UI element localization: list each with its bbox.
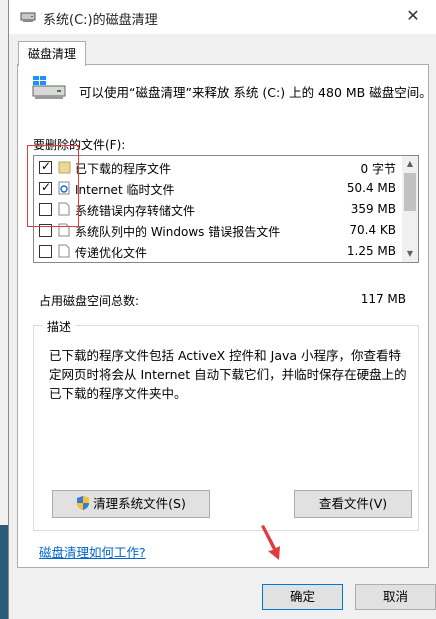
disk-cleanup-dialog: 系统(C:)的磁盘清理 ✕ 磁盘清理 可以使用“磁盘清理”来释放 系统 (C:)… bbox=[8, 0, 436, 619]
clean-system-files-button[interactable]: 清理系统文件(S) bbox=[52, 490, 210, 518]
ok-button[interactable]: 确定 bbox=[262, 584, 343, 610]
item-size: 359 MB bbox=[350, 202, 396, 216]
item-size: 50.4 MB bbox=[346, 181, 396, 195]
item-size: 70.4 KB bbox=[349, 223, 396, 237]
item-name: Internet 临时文件 bbox=[75, 183, 175, 197]
hard-drive-icon bbox=[32, 76, 66, 99]
files-list[interactable]: ✓ 已下载的程序文件 0 字节 ✓ Internet 临时文件 50.4 MB … bbox=[33, 155, 419, 263]
taskbar-fragment bbox=[0, 525, 8, 619]
description-title: 描述 bbox=[43, 318, 76, 335]
item-name: 系统错误内存转储文件 bbox=[75, 204, 196, 218]
item-name: 系统队列中的 Windows 错误报告文件 bbox=[75, 225, 281, 239]
title-bar: 系统(C:)的磁盘清理 ✕ bbox=[9, 0, 436, 34]
red-arrow-annotation bbox=[261, 525, 280, 560]
item-name: 传递优化文件 bbox=[75, 246, 148, 260]
clean-system-files-label: 清理系统文件(S) bbox=[93, 496, 186, 511]
help-link[interactable]: 磁盘清理如何工作? bbox=[39, 542, 146, 561]
tab-disk-cleanup[interactable]: 磁盘清理 bbox=[18, 41, 86, 66]
total-space-label: 占用磁盘空间总数: bbox=[39, 294, 140, 308]
scroll-up-icon[interactable]: ▲ bbox=[402, 156, 418, 172]
list-item[interactable]: 系统队列中的 Windows 错误报告文件 70.4 KB bbox=[34, 220, 404, 241]
cancel-button[interactable]: 取消 bbox=[355, 584, 436, 610]
view-files-button[interactable]: 查看文件(V) bbox=[294, 490, 412, 518]
list-item[interactable]: 系统错误内存转储文件 359 MB bbox=[34, 199, 404, 220]
total-space-value: 117 MB bbox=[360, 292, 406, 306]
item-size: 0 字节 bbox=[360, 162, 396, 176]
background-window-edge bbox=[0, 0, 8, 619]
close-icon: ✕ bbox=[406, 6, 420, 25]
scroll-thumb[interactable] bbox=[404, 173, 416, 211]
item-size: 1.25 MB bbox=[346, 244, 396, 258]
list-item[interactable]: ✓ 已下载的程序文件 0 字节 bbox=[34, 157, 404, 178]
list-item[interactable]: 传递优化文件 1.25 MB bbox=[34, 241, 404, 262]
close-button[interactable]: ✕ bbox=[390, 0, 436, 34]
item-name: 已下载的程序文件 bbox=[75, 162, 172, 176]
intro-text: 可以使用“磁盘清理”来释放 系统 (C:) 上的 480 MB 磁盘空间。 bbox=[79, 85, 432, 100]
checkbox[interactable] bbox=[39, 245, 52, 258]
list-item[interactable]: ✓ Internet 临时文件 50.4 MB bbox=[34, 178, 404, 199]
drive-icon bbox=[20, 12, 36, 22]
description-text: 已下载的程序文件包括 ActiveX 控件和 Java 小程序，你查看特定网页时… bbox=[49, 348, 407, 401]
red-annotation-box bbox=[27, 145, 79, 227]
window-title: 系统(C:)的磁盘清理 bbox=[43, 13, 158, 28]
list-scrollbar[interactable]: ▲ ▼ bbox=[402, 156, 418, 262]
file-icon bbox=[58, 244, 70, 258]
uac-shield-icon bbox=[77, 496, 90, 510]
scroll-down-icon[interactable]: ▼ bbox=[402, 246, 418, 262]
